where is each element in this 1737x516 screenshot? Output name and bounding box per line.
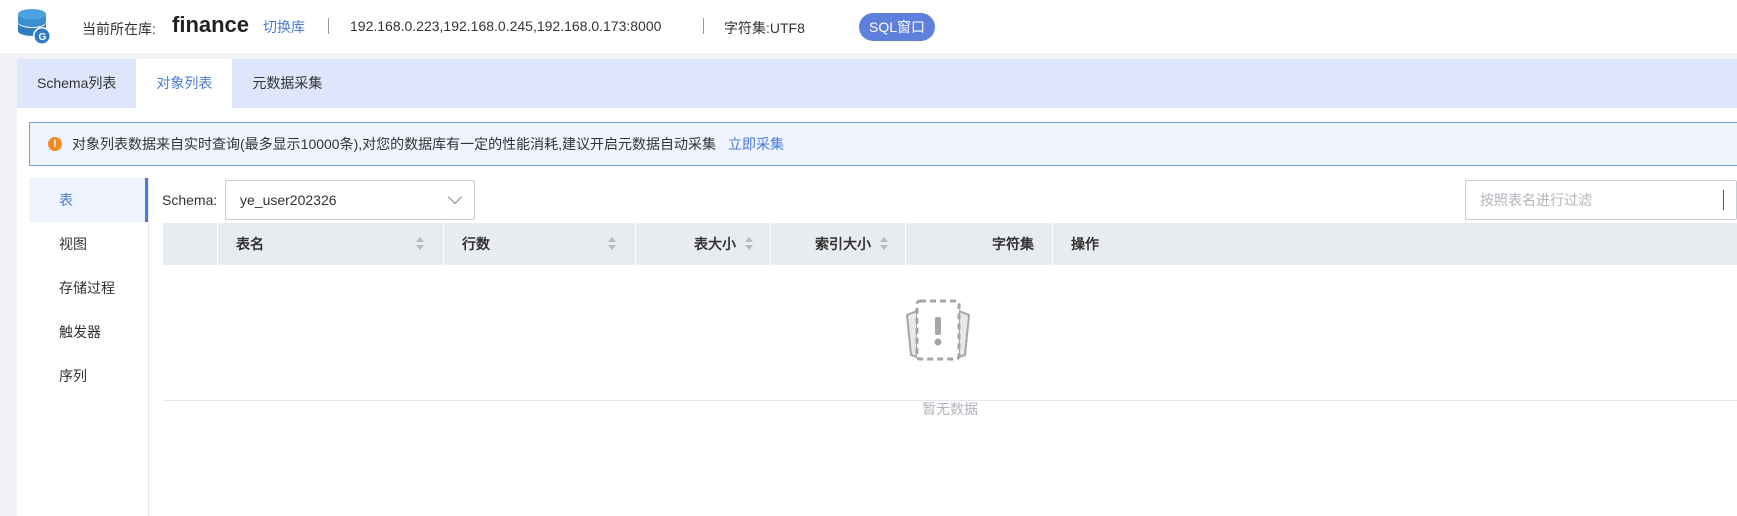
column-label: 表大小	[694, 236, 736, 252]
nav-item-views[interactable]: 视图	[29, 222, 148, 266]
warning-icon: !	[48, 137, 62, 151]
column-label: 索引大小	[815, 236, 871, 252]
header-divider	[328, 18, 329, 34]
column-label: 操作	[1071, 236, 1099, 252]
nav-item-triggers[interactable]: 触发器	[29, 310, 148, 354]
column-header-row-count[interactable]: 行数	[443, 223, 635, 265]
table-filter-input[interactable]	[1465, 180, 1737, 220]
header-divider	[703, 18, 704, 34]
empty-state: 暂无数据	[163, 265, 1737, 417]
column-header-table-size[interactable]: 表大小	[635, 223, 770, 265]
database-logo-icon: G	[18, 9, 51, 45]
object-type-nav: 表 视图 存储过程 触发器 序列	[29, 178, 149, 516]
sql-window-button[interactable]: SQL窗口	[859, 13, 936, 41]
empty-document-icon	[905, 299, 971, 361]
column-label: 表名	[236, 236, 264, 252]
sort-icon[interactable]	[879, 237, 889, 251]
column-header-index-size[interactable]: 索引大小	[770, 223, 905, 265]
nav-item-procedures[interactable]: 存储过程	[29, 266, 148, 310]
column-header-table-name[interactable]: 表名	[217, 223, 443, 265]
svg-text:G: G	[39, 32, 47, 43]
sort-icon[interactable]	[744, 237, 754, 251]
table-header: 表名 行数 表大小 索引大小 字符集 操作	[163, 223, 1737, 265]
main-tabs: Schema列表 对象列表 元数据采集	[17, 59, 1737, 108]
schema-select-value: ye_user202326	[240, 192, 337, 208]
db-name: finance	[172, 12, 250, 37]
tab-schema-list[interactable]: Schema列表	[17, 59, 136, 108]
column-label: 行数	[462, 236, 490, 252]
charset-label: 字符集:UTF8	[724, 20, 805, 36]
sort-icon[interactable]	[607, 237, 617, 251]
content-panel: ! 对象列表数据来自实时查询(最多显示10000条),对您的数据库有一定的性能消…	[17, 108, 1737, 516]
notice-message: 对象列表数据来自实时查询(最多显示10000条),对您的数据库有一定的性能消耗,…	[72, 136, 717, 152]
switch-db-link[interactable]: 切换库	[263, 17, 305, 37]
chevron-down-icon	[447, 189, 463, 205]
host-list: 192.168.0.223,192.168.0.245,192.168.0.17…	[350, 18, 662, 34]
schema-label: Schema:	[162, 192, 218, 208]
column-header-charset: 字符集	[905, 223, 1052, 265]
column-label: 字符集	[992, 236, 1034, 252]
current-db-label: 当前所在库:	[82, 21, 156, 37]
sort-icon[interactable]	[415, 237, 425, 251]
tab-metadata-collect[interactable]: 元数据采集	[232, 59, 342, 108]
top-bar: G 当前所在库: finance 切换库 192.168.0.223,192.1…	[0, 0, 1737, 53]
collect-now-link[interactable]: 立即采集	[728, 134, 784, 154]
schema-select[interactable]: ye_user202326	[225, 180, 475, 220]
column-header-actions: 操作	[1052, 223, 1737, 265]
tab-object-list[interactable]: 对象列表	[136, 59, 233, 108]
empty-text: 暂无数据	[922, 401, 978, 417]
object-table: 表名 行数 表大小 索引大小 字符集 操作 暂无数据	[163, 223, 1737, 417]
notice-banner: ! 对象列表数据来自实时查询(最多显示10000条),对您的数据库有一定的性能消…	[29, 122, 1737, 166]
filter-divider	[1723, 190, 1724, 210]
nav-item-sequences[interactable]: 序列	[29, 354, 148, 398]
nav-item-tables[interactable]: 表	[29, 178, 148, 222]
